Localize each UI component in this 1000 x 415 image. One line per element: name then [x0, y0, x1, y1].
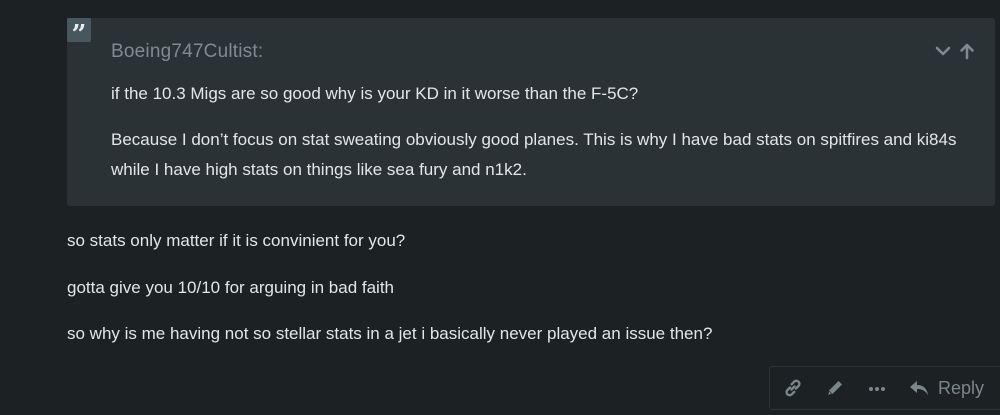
quote-icon: ” — [67, 18, 91, 42]
reply-label: Reply — [937, 377, 984, 398]
reply-icon — [908, 377, 930, 399]
pencil-icon — [824, 377, 846, 399]
quote-paragraph: if the 10.3 Migs are so good why is your… — [111, 84, 639, 103]
quote-paragraph: Because I don’t focus on stat sweating o… — [111, 130, 957, 179]
arrow-up-icon[interactable] — [958, 42, 976, 60]
forum-post: ” Boeing747Cultist: if the 10.3 Migs are… — [0, 0, 1000, 415]
link-icon — [782, 377, 804, 399]
more-options-button[interactable] — [866, 377, 888, 399]
post-paragraph: so stats only matter if it is convinient… — [67, 231, 406, 250]
edit-button[interactable] — [824, 377, 846, 399]
post-actions: Reply — [768, 366, 1000, 410]
reply-button[interactable]: Reply — [908, 377, 984, 399]
more-icon — [866, 377, 888, 399]
quote-controls — [934, 42, 976, 60]
quote-author[interactable]: Boeing747Cultist: — [111, 41, 263, 63]
copy-link-button[interactable] — [782, 377, 804, 399]
post-paragraph: gotta give you 10/10 for arguing in bad … — [67, 278, 395, 297]
chevron-down-icon[interactable] — [934, 42, 952, 60]
post-paragraph: so why is me having not so stellar stats… — [67, 324, 713, 343]
